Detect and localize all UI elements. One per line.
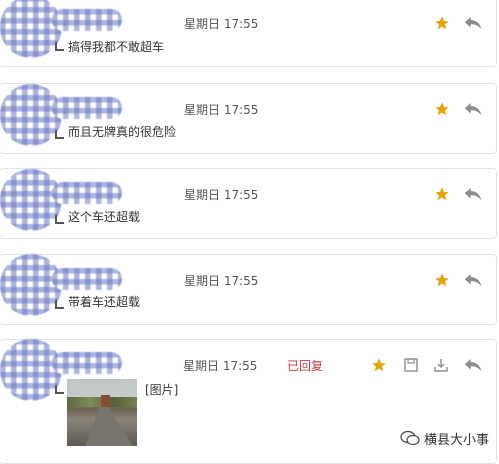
comment-text: 搞得我都不敢超车 [68, 40, 165, 54]
comment-text: 带着车还超载 [68, 295, 141, 309]
reply-icon[interactable] [464, 187, 482, 201]
comment-text: 这个车还超载 [68, 210, 141, 224]
timestamp: 星期日 17:55 [184, 17, 259, 31]
username-redacted [52, 182, 122, 204]
reply-icon[interactable] [464, 102, 482, 116]
corner-mark-icon [55, 215, 64, 224]
corner-mark-icon [55, 42, 64, 51]
username-redacted [52, 352, 122, 374]
replied-status: 已回复 [287, 359, 324, 373]
star-icon[interactable] [434, 272, 450, 288]
corner-mark-icon [55, 385, 64, 394]
reply-icon[interactable] [464, 16, 482, 30]
wechat-icon [400, 430, 420, 446]
comment-text: 而且无牌真的很危险 [68, 125, 177, 139]
username-redacted [52, 9, 122, 31]
star-icon[interactable] [371, 357, 387, 373]
reply-icon[interactable] [464, 358, 482, 372]
download-icon[interactable] [434, 358, 448, 372]
reply-icon[interactable] [464, 273, 482, 287]
avatar[interactable] [0, 169, 62, 231]
star-icon[interactable] [434, 15, 450, 31]
save-icon[interactable] [404, 358, 418, 372]
timestamp: 星期日 17:55 [184, 274, 259, 288]
avatar[interactable] [0, 84, 62, 146]
star-icon[interactable] [434, 101, 450, 117]
corner-mark-icon [55, 130, 64, 139]
watermark-text: 横县大小事 [424, 433, 490, 448]
timestamp: 星期日 17:55 [184, 188, 259, 202]
corner-mark-icon [55, 300, 64, 309]
username-redacted [52, 97, 122, 119]
avatar[interactable] [0, 254, 62, 316]
timestamp: 星期日 17:55 [184, 103, 259, 117]
image-attachment-label: [图片] [145, 383, 179, 397]
thumbnail-truck [101, 395, 110, 407]
avatar[interactable] [0, 339, 62, 401]
username-redacted [52, 268, 122, 290]
image-thumbnail[interactable] [67, 379, 137, 446]
star-icon[interactable] [434, 186, 450, 202]
timestamp: 星期日 17:55 [183, 359, 258, 373]
